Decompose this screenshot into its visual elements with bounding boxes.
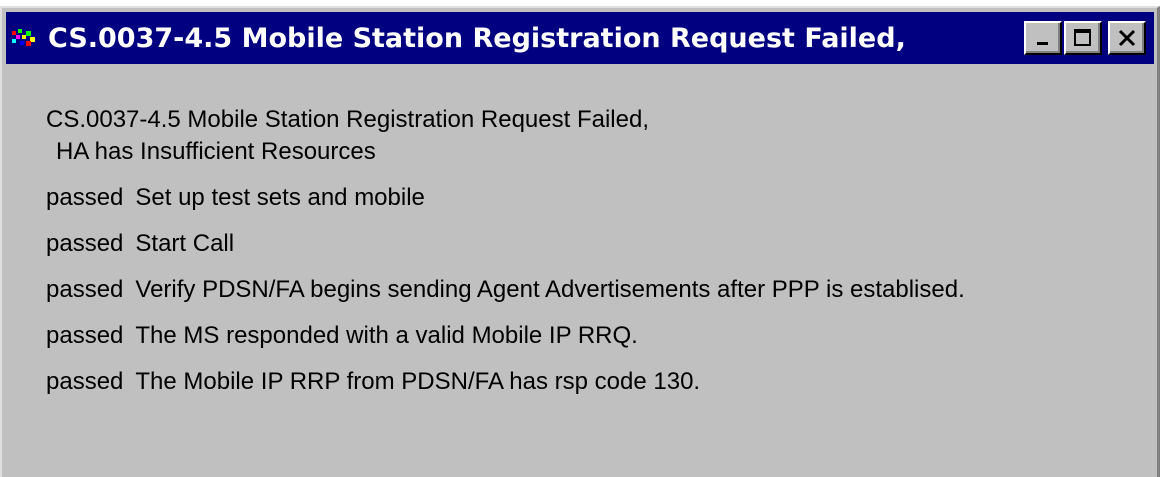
minimize-button[interactable] — [1024, 21, 1062, 55]
step-text: The MS responded with a valid Mobile IP … — [135, 322, 638, 349]
step-status: passed — [46, 230, 124, 257]
report-header-line2: HA has Insufficient Resources — [56, 138, 376, 165]
report-header-line1: CS.0037-4.5 Mobile Station Registration … — [46, 106, 649, 133]
list-item: passed Verify PDSN/FA begins sending Agen… — [46, 274, 965, 306]
step-status: passed — [46, 322, 124, 349]
window-controls — [1022, 21, 1146, 55]
step-text: Verify PDSN/FA begins sending Agent Adve… — [135, 276, 965, 303]
close-button[interactable] — [1108, 21, 1146, 55]
maximize-button[interactable] — [1064, 21, 1102, 55]
step-status: passed — [46, 276, 124, 303]
step-status: passed — [46, 184, 124, 211]
list-item: passed The Mobile IP RRP from PDSN/FA has… — [46, 366, 965, 398]
list-item: passed The MS responded with a valid Mobi… — [46, 320, 965, 352]
close-icon — [1118, 29, 1136, 47]
step-text: Start Call — [135, 230, 235, 257]
window-title: CS.0037-4.5 Mobile Station Registration … — [48, 22, 906, 54]
maximize-icon — [1074, 29, 1091, 46]
app-icon — [12, 29, 35, 46]
step-text: The Mobile IP RRP from PDSN/FA has rsp c… — [135, 368, 701, 395]
minimize-icon — [1037, 42, 1048, 45]
list-item: passed Start Call — [46, 228, 965, 260]
step-text: Set up test sets and mobile — [135, 184, 425, 211]
report-window: CS.0037-4.5 Mobile Station Registration … — [0, 6, 1160, 477]
list-item: passed Set up test sets and mobile — [46, 182, 965, 214]
step-status: passed — [46, 368, 124, 395]
report-content: CS.0037-4.5 Mobile Station Registration … — [46, 104, 965, 412]
title-bar[interactable]: CS.0037-4.5 Mobile Station Registration … — [6, 12, 1154, 64]
